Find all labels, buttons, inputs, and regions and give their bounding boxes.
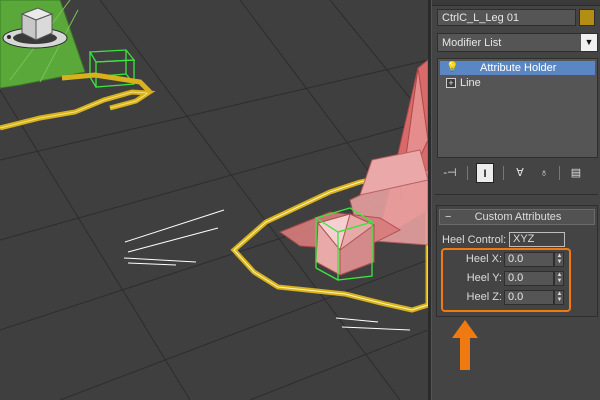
- expand-plus-icon[interactable]: +: [446, 78, 456, 88]
- rollout-title: Custom Attributes: [474, 211, 562, 223]
- viewcube-icon[interactable]: [0, 0, 70, 52]
- stack-item-line[interactable]: + Line: [440, 76, 595, 90]
- heel-control-label: Heel Control:: [442, 234, 507, 246]
- arrow-up-icon: [452, 320, 478, 370]
- panel-tabs-strip[interactable]: [432, 0, 600, 6]
- toolbar-divider: [503, 166, 504, 180]
- toolbar-divider: [467, 166, 468, 180]
- highlight-box: [441, 248, 571, 312]
- lightbulb-icon[interactable]: 💡: [446, 61, 458, 75]
- stack-item-label: Line: [460, 77, 481, 89]
- configure-sets-icon[interactable]: ▤: [567, 163, 585, 183]
- show-end-result-icon[interactable]: I: [476, 163, 494, 183]
- stack-item-attribute-holder[interactable]: 💡 Attribute Holder: [440, 61, 595, 75]
- chevron-down-icon[interactable]: ▼: [581, 34, 597, 51]
- remove-modifier-icon[interactable]: ♁: [535, 163, 553, 183]
- panel-divider-line: [435, 194, 598, 195]
- viewport[interactable]: [0, 0, 428, 400]
- rollout-header[interactable]: − Custom Attributes: [439, 209, 595, 225]
- pin-stack-icon[interactable]: -⊣: [441, 163, 459, 183]
- modifier-list-dropdown[interactable]: Modifier List ▼: [437, 33, 598, 52]
- scene: [0, 0, 428, 400]
- object-name-field[interactable]: CtrlC_L_Leg 01: [437, 9, 576, 26]
- modifier-stack: 💡 Attribute Holder + Line: [437, 58, 598, 158]
- toolbar-divider: [559, 166, 560, 180]
- modifier-list-label: Modifier List: [442, 37, 502, 49]
- heel-control-field[interactable]: XYZ: [509, 232, 565, 247]
- object-color-swatch[interactable]: [579, 9, 595, 26]
- stack-toolbar: -⊣ I ∀ ♁ ▤: [437, 162, 598, 184]
- stack-item-label: Attribute Holder: [480, 62, 557, 74]
- make-unique-icon[interactable]: ∀: [511, 163, 529, 183]
